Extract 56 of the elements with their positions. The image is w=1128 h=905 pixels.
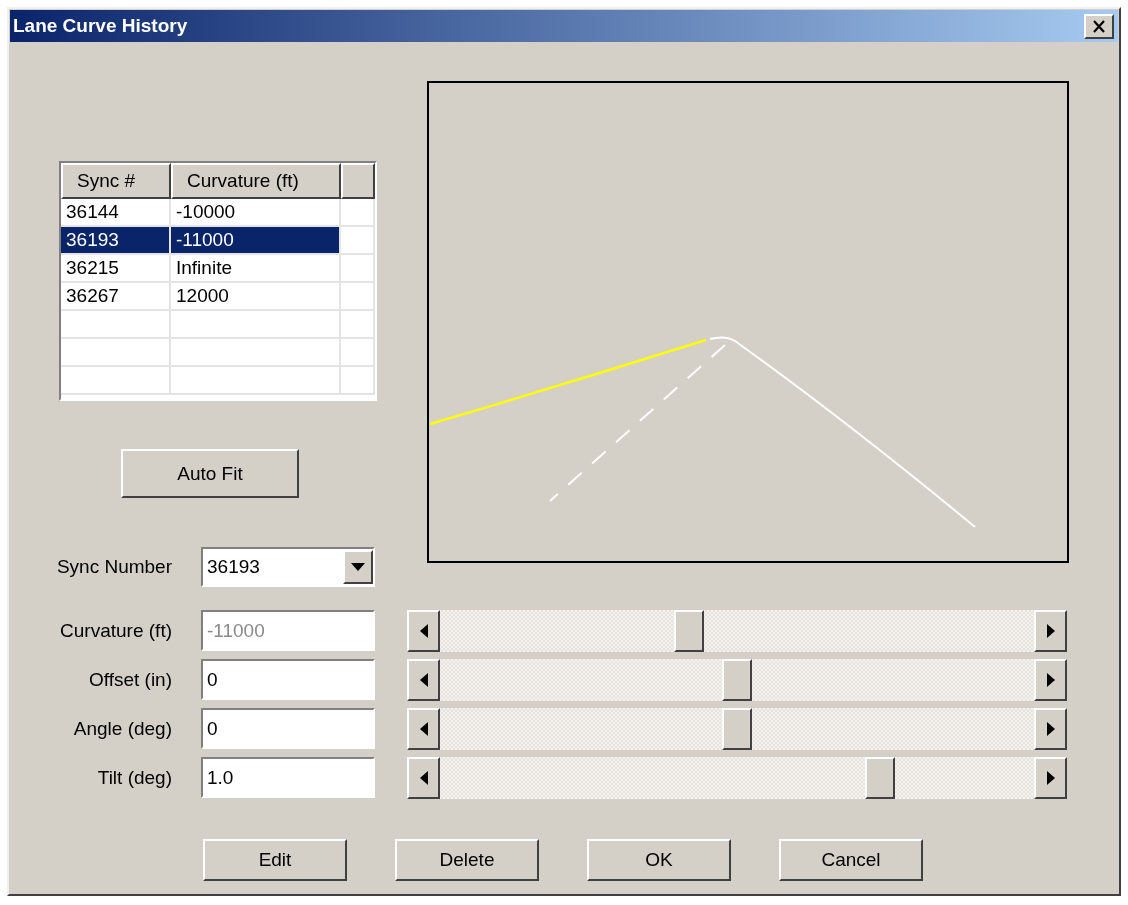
dialog-button[interactable]: Delete	[395, 839, 539, 881]
table-cell: 36193	[66, 229, 119, 250]
scroll-right-button[interactable]	[1034, 707, 1067, 750]
right-arrow-icon	[1046, 672, 1055, 687]
slider-thumb[interactable]	[722, 707, 752, 750]
scroll-left-button[interactable]	[407, 658, 440, 701]
dialog-button[interactable]: OK	[587, 839, 731, 881]
table-row[interactable]: 36215 Infinite	[61, 255, 375, 283]
close-button[interactable]	[1084, 13, 1114, 39]
dialog-button[interactable]: Edit	[203, 839, 347, 881]
scroll-right-button[interactable]	[1034, 658, 1067, 701]
input-field[interactable]: 0	[201, 659, 375, 700]
table-cell: -10000	[176, 201, 236, 222]
table-cell: 36215	[66, 257, 119, 278]
left-arrow-icon	[419, 623, 428, 638]
table-cell	[341, 283, 375, 311]
table-cell	[341, 339, 375, 367]
right-arrow-icon	[1046, 623, 1055, 638]
sync-number-dropdown[interactable]: 36193	[201, 547, 375, 587]
table-cell: -11000	[176, 229, 234, 250]
left-arrow-icon	[419, 672, 428, 687]
table-cell: 36267	[66, 285, 119, 306]
scroll-left-button[interactable]	[407, 756, 440, 799]
column-header[interactable]: Sync #	[61, 163, 171, 199]
table-cell: Infinite	[176, 257, 232, 278]
input-field[interactable]: 0	[201, 708, 375, 749]
slider-thumb[interactable]	[722, 658, 752, 701]
table-cell	[341, 367, 375, 395]
field-label: Tilt (deg)	[96, 766, 172, 789]
table-cell: 12000	[176, 285, 229, 306]
scroll-left-button[interactable]	[407, 609, 440, 652]
field-label: Sync Number	[55, 556, 172, 578]
right-arrow-icon	[1046, 770, 1055, 785]
window-title: Lane Curve History	[13, 15, 188, 37]
left-arrow-icon	[419, 721, 428, 736]
right-arrow-icon	[1046, 721, 1055, 736]
dialog-button[interactable]: Cancel	[779, 839, 923, 881]
caret-icon	[351, 563, 365, 571]
table-row[interactable]: 36267 12000	[61, 283, 375, 311]
field-label: Curvature (ft)	[59, 619, 172, 642]
table-cell	[341, 255, 375, 283]
table-cell	[341, 199, 375, 227]
auto-fit-button[interactable]: Auto Fit	[121, 449, 299, 498]
scroll-right-button[interactable]	[1034, 609, 1067, 652]
close-icon	[1092, 19, 1106, 33]
input-field[interactable]: 1.0	[201, 757, 375, 798]
table-cell	[341, 227, 375, 255]
scroll-left-button[interactable]	[407, 707, 440, 750]
field-label: Offset (in)	[87, 668, 172, 691]
scroll-right-button[interactable]	[1034, 756, 1067, 799]
table-cell	[341, 311, 375, 339]
table-cell: 36144	[66, 201, 119, 222]
slider-thumb[interactable]	[864, 756, 895, 799]
field-label: Angle (deg)	[72, 717, 172, 740]
column-header[interactable]: Curvature (ft)	[171, 163, 341, 199]
left-arrow-icon	[419, 770, 428, 785]
